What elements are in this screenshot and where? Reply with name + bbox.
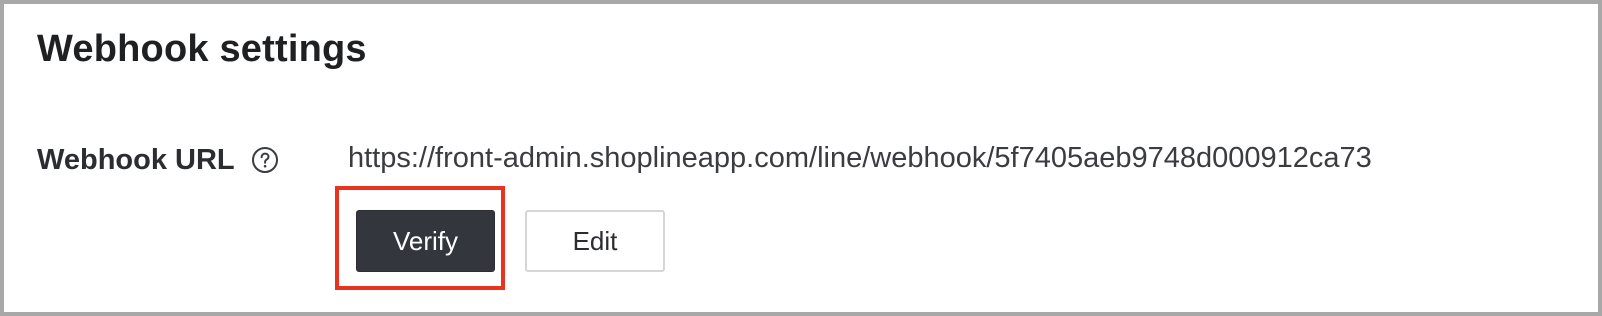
webhook-url-label: Webhook URL xyxy=(37,144,235,176)
question-circle-icon[interactable] xyxy=(251,146,279,174)
question-circle-icon-graphic xyxy=(252,147,278,173)
webhook-settings-panel: Webhook settings Webhook URL https://fro… xyxy=(0,0,1602,316)
webhook-url-value: https://front-admin.shoplineapp.com/line… xyxy=(348,142,1372,174)
edit-button[interactable]: Edit xyxy=(525,210,665,272)
verify-button[interactable]: Verify xyxy=(356,210,495,272)
section-title: Webhook settings xyxy=(37,28,367,70)
